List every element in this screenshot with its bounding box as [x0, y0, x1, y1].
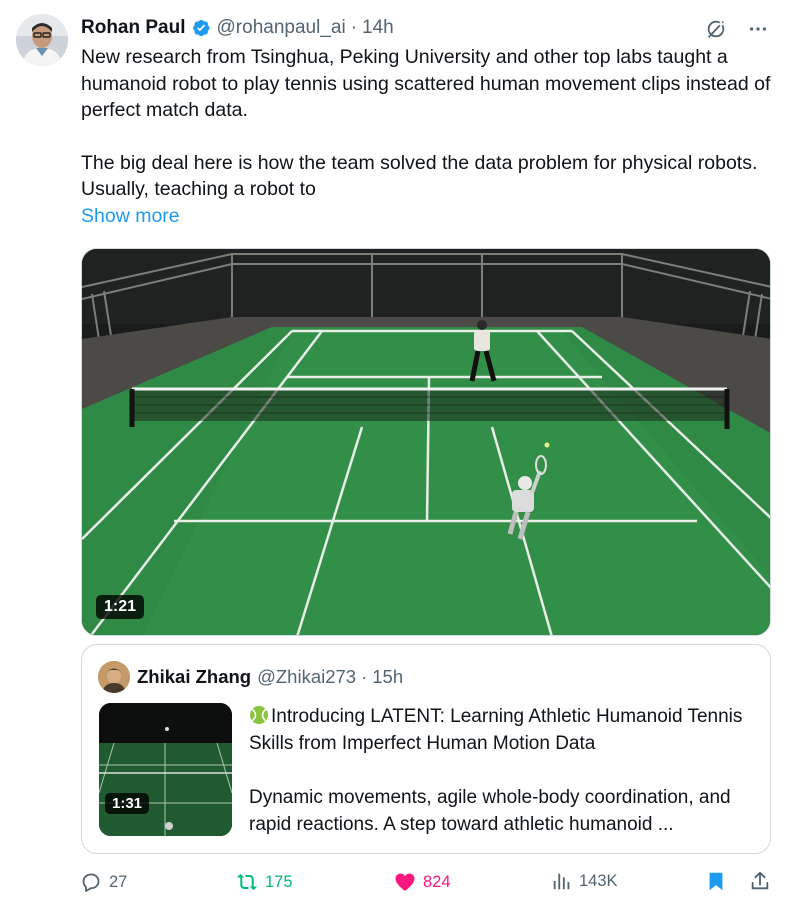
view-count: 143K	[579, 871, 618, 890]
repost-icon	[235, 870, 259, 894]
header-icons	[703, 16, 771, 42]
tweet-header: Rohan Paul @rohanpaul_ai · 14h	[81, 16, 394, 40]
quoted-line-1: Introducing LATENT: Learning Athletic Hu…	[249, 706, 743, 754]
quoted-header: Zhikai Zhang @Zhikai273 · 15h	[137, 665, 403, 689]
author-avatar[interactable]	[16, 14, 68, 66]
grok-icon[interactable]	[703, 16, 729, 42]
quoted-paragraph-2: Dynamic movements, agile whole-body coor…	[249, 784, 757, 838]
like-count: 824	[423, 872, 451, 891]
repost-button[interactable]: 175	[235, 870, 293, 894]
quoted-video-thumbnail[interactable]: 1:31	[99, 703, 232, 836]
tennis-court-scene	[82, 249, 770, 635]
reply-count: 27	[109, 872, 128, 891]
show-more-link[interactable]: Show more	[81, 205, 180, 228]
share-button[interactable]	[749, 870, 771, 892]
quoted-author-avatar[interactable]	[98, 661, 130, 693]
bookmark-button[interactable]	[705, 870, 727, 892]
tweet-paragraph-2: The big deal here is how the team solved…	[81, 151, 758, 201]
quoted-text: Introducing LATENT: Learning Athletic Hu…	[249, 703, 757, 838]
quoted-author-handle[interactable]: @Zhikai273	[257, 666, 356, 688]
action-bar: 27 175 824 143K	[79, 870, 773, 898]
author-name[interactable]: Rohan Paul	[81, 17, 186, 39]
views-icon	[551, 870, 573, 892]
more-options-icon[interactable]	[745, 16, 771, 42]
header-separator: ·	[350, 17, 358, 38]
video-duration: 1:21	[96, 595, 145, 619]
heart-icon	[393, 870, 417, 894]
video-media[interactable]: 1:21	[81, 248, 771, 636]
author-handle[interactable]: @rohanpaul_ai	[217, 17, 346, 39]
tennis-ball-icon	[249, 705, 269, 725]
reply-icon	[79, 870, 103, 894]
quoted-tweet[interactable]: Zhikai Zhang @Zhikai273 · 15h 1:31 Intro…	[81, 644, 771, 854]
like-button[interactable]: 824	[393, 870, 451, 894]
tweet-paragraph-1: New research from Tsinghua, Peking Unive…	[81, 46, 771, 121]
quoted-court-scene	[99, 703, 232, 836]
post-time[interactable]: 14h	[362, 17, 394, 39]
quoted-video-duration: 1:31	[105, 793, 150, 814]
quoted-paragraph-1: Introducing LATENT: Learning Athletic Hu…	[249, 703, 757, 757]
quoted-author-name[interactable]: Zhikai Zhang	[137, 666, 251, 688]
share-icon	[749, 870, 771, 892]
quoted-line-2: Dynamic movements, agile whole-body coor…	[249, 787, 731, 835]
reply-button[interactable]: 27	[79, 870, 127, 894]
repost-count: 175	[265, 872, 293, 891]
verified-badge-icon[interactable]	[191, 18, 211, 38]
bookmark-icon	[705, 870, 727, 892]
tweet-text: New research from Tsinghua, Peking Unive…	[81, 44, 771, 203]
views-button[interactable]: 143K	[551, 870, 618, 892]
quoted-time[interactable]: 15h	[372, 666, 403, 688]
quoted-separator: ·	[361, 666, 368, 687]
